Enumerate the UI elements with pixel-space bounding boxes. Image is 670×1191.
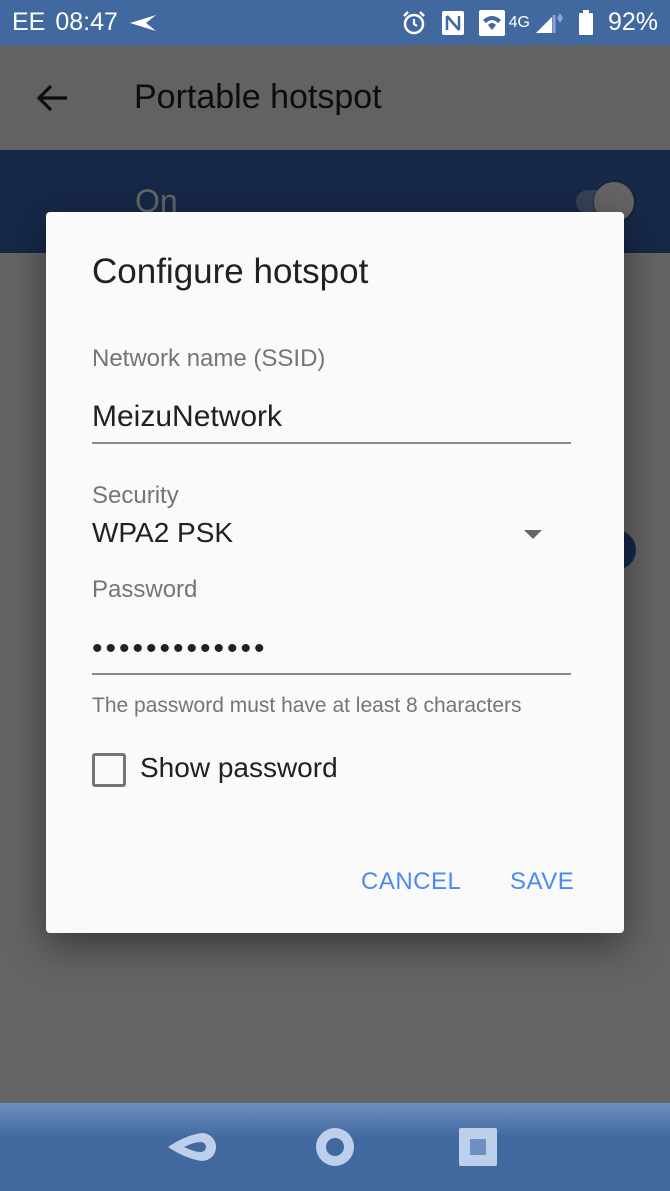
carrier: EE <box>12 8 46 36</box>
network-type: 4G <box>508 13 530 31</box>
battery-icon <box>578 9 594 36</box>
clock: 08:47 <box>55 8 118 36</box>
show-password-checkbox[interactable] <box>92 753 126 787</box>
cancel-button[interactable]: CANCEL <box>361 868 461 896</box>
wifi-icon <box>478 9 505 36</box>
password-helper-text: The password must have at least 8 charac… <box>92 694 522 717</box>
home-icon <box>315 1128 354 1166</box>
ssid-label: Network name (SSID) <box>92 345 326 372</box>
screen: EE 08:47 4G 92% Configure hotspot Networ… <box>0 0 670 1191</box>
show-password-label[interactable]: Show password <box>140 752 338 784</box>
signal-icon <box>535 12 563 33</box>
wifi-signal-group: 4G <box>478 9 564 36</box>
configure-hotspot-dialog: Configure hotspot Network name (SSID) Me… <box>46 212 624 933</box>
send-icon <box>128 13 158 33</box>
status-bar: EE 08:47 4G 92% <box>0 0 670 45</box>
password-underline <box>92 673 571 675</box>
nav-recents-button[interactable] <box>448 1117 508 1177</box>
back-icon <box>167 1133 216 1161</box>
ssid-underline <box>92 442 571 444</box>
nfc-icon <box>441 10 465 36</box>
battery-level: 92% <box>607 8 658 36</box>
nav-back-button[interactable] <box>162 1117 222 1177</box>
security-label: Security <box>92 482 179 509</box>
dropdown-arrow-icon[interactable] <box>524 530 542 539</box>
password-input[interactable]: ••••••••••••• <box>92 632 268 666</box>
ssid-input[interactable]: MeizuNetwork <box>92 400 282 434</box>
alarm-icon <box>401 10 427 36</box>
nav-home-button[interactable] <box>305 1117 365 1177</box>
navigation-bar <box>0 1103 670 1191</box>
password-label: Password <box>92 576 198 603</box>
dialog-title: Configure hotspot <box>92 252 369 291</box>
recents-icon <box>459 1128 498 1166</box>
save-button[interactable]: SAVE <box>510 868 574 896</box>
security-select[interactable]: WPA2 PSK <box>92 517 233 549</box>
